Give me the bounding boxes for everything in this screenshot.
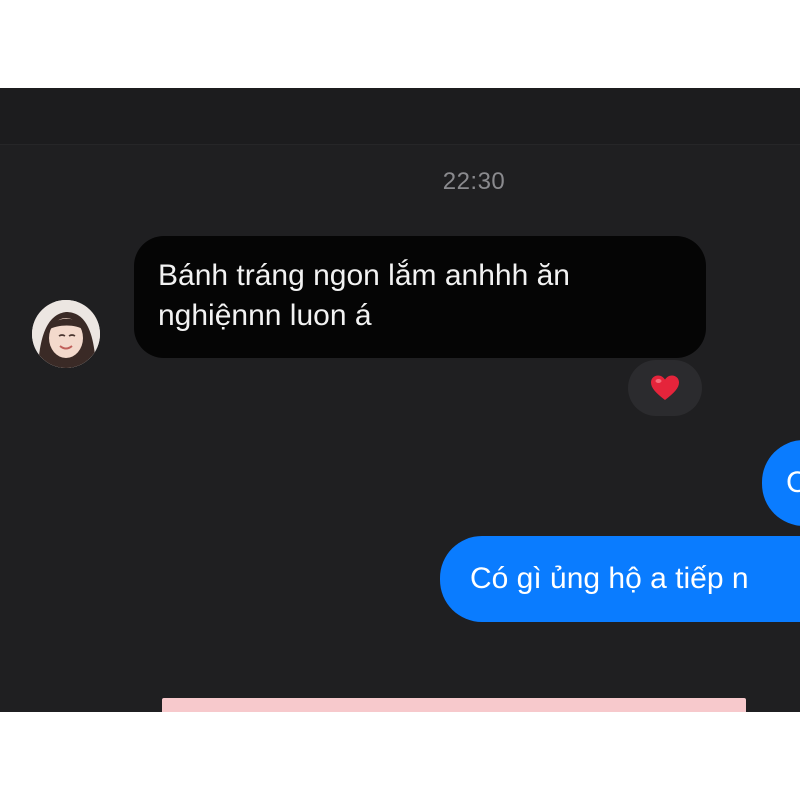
outgoing-message-bubble-2[interactable]: Có gì ủng hộ a tiếp n (440, 536, 800, 622)
avatar-photo-icon (32, 300, 100, 368)
incoming-message-line-1: Bánh tráng ngon lắm anhhh ăn (158, 259, 570, 292)
heart-icon (651, 375, 679, 400)
incoming-message-bubble[interactable]: Bánh tráng ngon lắm anhhh ăn nghiệnnn lu… (134, 236, 706, 358)
incoming-message-line-2: nghiệnnn luon á (158, 299, 372, 332)
outgoing-message-bubble-1[interactable]: C (762, 440, 800, 526)
chat-header-strip (0, 88, 800, 145)
message-reaction[interactable] (628, 360, 702, 416)
screenshot-page: 22:30 Bánh tráng ngon lắm anhhh ăn nghiệ… (0, 0, 800, 800)
chat-screen: 22:30 Bánh tráng ngon lắm anhhh ăn nghiệ… (0, 88, 800, 712)
message-timestamp: 22:30 (442, 168, 506, 195)
contact-avatar[interactable] (32, 300, 100, 368)
shared-card-preview[interactable] (162, 698, 746, 712)
